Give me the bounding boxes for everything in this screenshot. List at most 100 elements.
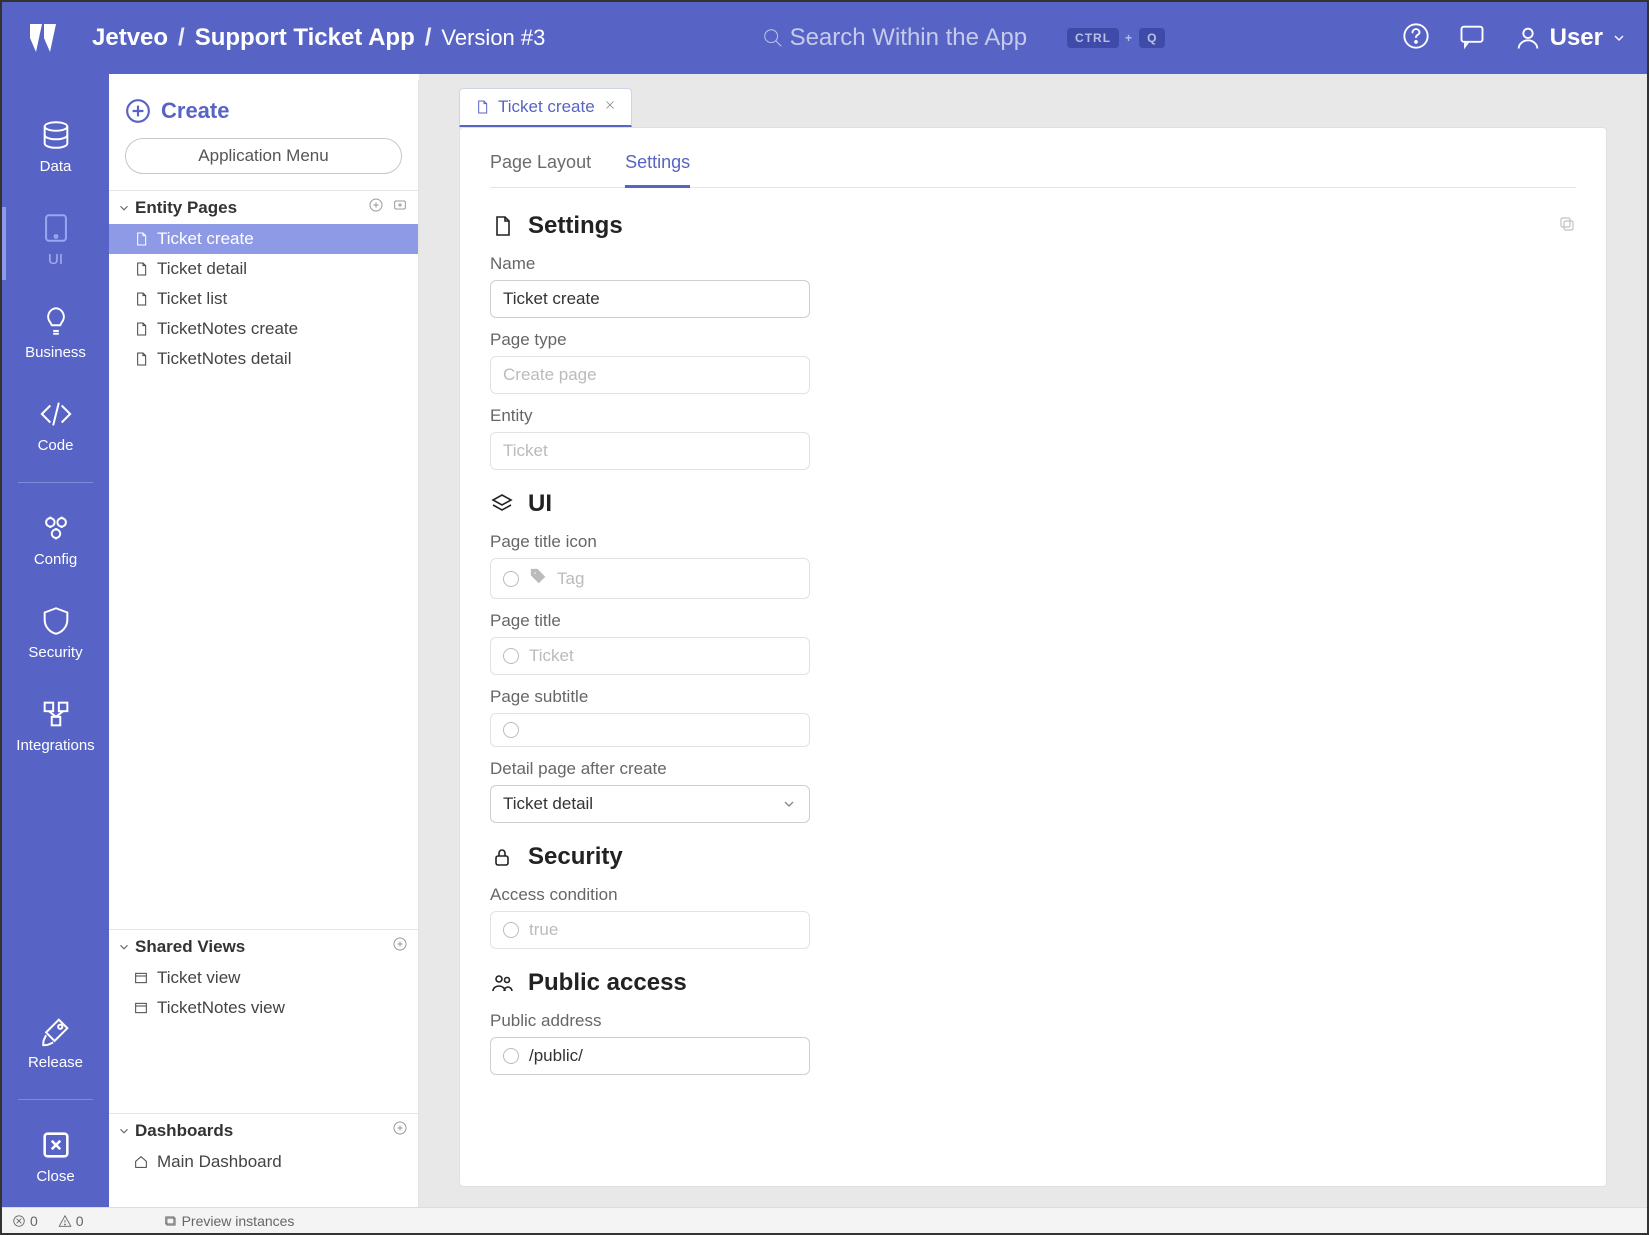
tree-item-ticket-create[interactable]: Ticket create (109, 224, 418, 254)
input-name[interactable] (490, 280, 810, 318)
section-ui-heading: UI (490, 490, 1576, 518)
add-circle-icon[interactable] (360, 197, 384, 218)
kbd-ctrl: CTRL (1067, 28, 1119, 48)
expression-toggle-icon[interactable] (503, 648, 519, 664)
breadcrumb: Jetveo / Support Ticket App / Version #3 (92, 24, 545, 52)
document-body: Page Layout Settings Settings Name Page … (459, 127, 1607, 1187)
nav-security[interactable]: Security (2, 590, 109, 683)
search-input[interactable]: Search Within the App CTRL + Q (762, 24, 1166, 52)
inner-tab-settings[interactable]: Settings (625, 152, 690, 188)
tag-icon (529, 567, 547, 590)
tree-item-ticket-view[interactable]: Ticket view (109, 963, 418, 993)
expression-toggle-icon[interactable] (503, 722, 519, 738)
expression-toggle-icon[interactable] (503, 922, 519, 938)
tree-item-ticketnotes-create[interactable]: TicketNotes create (109, 314, 418, 344)
label-public-address: Public address (490, 1011, 1576, 1031)
layers-icon (164, 1214, 178, 1228)
add-circle-icon[interactable] (384, 936, 408, 957)
nav-ui[interactable]: UI (2, 197, 109, 290)
expression-toggle-icon[interactable] (503, 1048, 519, 1064)
input-entity: Ticket (490, 432, 810, 470)
breadcrumb-version[interactable]: Version #3 (441, 25, 545, 51)
chevron-down-icon (1611, 30, 1627, 46)
search-placeholder: Search Within the App (790, 24, 1027, 52)
label-detail-page: Detail page after create (490, 759, 1576, 779)
input-access-condition[interactable]: true (490, 911, 810, 949)
label-pagetype: Page type (490, 330, 1576, 350)
tree-item-ticket-list[interactable]: Ticket list (109, 284, 418, 314)
view-icon (133, 970, 149, 986)
search-shortcut: CTRL + Q (1067, 28, 1165, 48)
application-menu-button[interactable]: Application Menu (125, 138, 402, 174)
add-circle-icon[interactable] (384, 1120, 408, 1141)
breadcrumb-sep: / (425, 24, 432, 52)
copy-icon[interactable] (1558, 212, 1576, 240)
chevron-down-icon (117, 201, 131, 215)
status-preview[interactable]: Preview instances (164, 1213, 295, 1229)
tree-item-ticketnotes-view[interactable]: TicketNotes view (109, 993, 418, 1023)
select-detail-page[interactable]: Ticket detail (490, 785, 810, 823)
lock-icon (490, 845, 514, 869)
users-icon (490, 971, 514, 995)
page-icon (474, 99, 490, 115)
nav-close[interactable]: Close (2, 1114, 109, 1207)
input-page-title-icon[interactable]: Tag (490, 558, 810, 599)
input-page-title[interactable]: Ticket (490, 637, 810, 675)
tab-close-button[interactable] (603, 97, 617, 117)
page-icon (133, 351, 149, 367)
input-page-subtitle[interactable] (490, 713, 810, 747)
nav-release[interactable]: Release (2, 1000, 109, 1093)
section-security-heading: Security (490, 843, 1576, 871)
input-pagetype: Create page (490, 356, 810, 394)
chevron-down-icon (117, 940, 131, 954)
breadcrumb-app[interactable]: Support Ticket App (195, 24, 415, 52)
view-icon (133, 1000, 149, 1016)
label-page-subtitle: Page subtitle (490, 687, 1576, 707)
side-panel: Create Application Menu Entity Pages Tic… (109, 80, 419, 1207)
kbd-plus: + (1125, 31, 1133, 45)
nav-code[interactable]: Code (2, 383, 109, 476)
error-icon (12, 1214, 26, 1228)
tree-item-ticket-detail[interactable]: Ticket detail (109, 254, 418, 284)
user-label: User (1550, 24, 1603, 52)
label-name: Name (490, 254, 1576, 274)
tree-item-main-dashboard[interactable]: Main Dashboard (109, 1147, 418, 1177)
tree-item-ticketnotes-detail[interactable]: TicketNotes detail (109, 344, 418, 374)
label-access-condition: Access condition (490, 885, 1576, 905)
document-tab[interactable]: Ticket create (459, 88, 632, 127)
user-menu[interactable]: User (1514, 24, 1627, 52)
nav-business[interactable]: Business (2, 290, 109, 383)
nav-integrations[interactable]: Integrations (2, 683, 109, 776)
left-nav: Data UI Business Code Config Security In… (2, 74, 109, 1207)
input-public-address[interactable]: /public/ (490, 1037, 810, 1075)
page-icon (490, 214, 514, 238)
layers-icon (490, 492, 514, 516)
breadcrumb-sep: / (178, 24, 185, 52)
nav-config[interactable]: Config (2, 497, 109, 590)
inner-tab-page-layout[interactable]: Page Layout (490, 152, 591, 187)
add-folder-icon[interactable] (384, 197, 408, 218)
section-public-heading: Public access (490, 969, 1576, 997)
page-icon (133, 261, 149, 277)
kbd-q: Q (1139, 28, 1165, 48)
status-warnings[interactable]: 0 (58, 1213, 84, 1229)
section-shared-views[interactable]: Shared Views (109, 929, 418, 963)
top-bar: Jetveo / Support Ticket App / Version #3… (2, 2, 1647, 74)
page-icon (133, 231, 149, 247)
section-entity-pages[interactable]: Entity Pages (109, 190, 418, 224)
search-icon (762, 27, 784, 49)
page-icon (133, 291, 149, 307)
breadcrumb-platform[interactable]: Jetveo (92, 24, 168, 52)
nav-data[interactable]: Data (2, 104, 109, 197)
feedback-icon[interactable] (1458, 22, 1486, 55)
user-icon (1514, 24, 1542, 52)
expression-toggle-icon[interactable] (503, 571, 519, 587)
work-area: Ticket create Page Layout Settings Setti… (419, 74, 1647, 1207)
create-button[interactable]: Create (109, 80, 418, 138)
label-page-title: Page title (490, 611, 1576, 631)
help-icon[interactable] (1402, 22, 1430, 55)
document-tab-label: Ticket create (498, 97, 595, 117)
label-page-title-icon: Page title icon (490, 532, 1576, 552)
status-errors[interactable]: 0 (12, 1213, 38, 1229)
section-dashboards[interactable]: Dashboards (109, 1113, 418, 1147)
